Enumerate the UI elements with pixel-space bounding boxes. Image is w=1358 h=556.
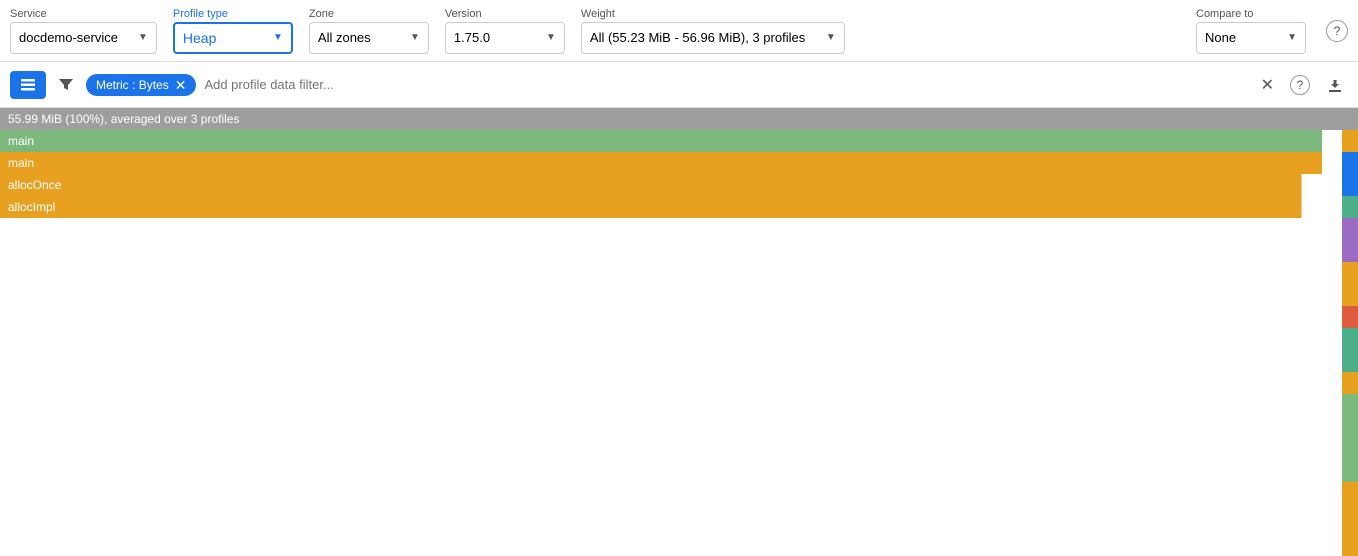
side-segment-8 — [1342, 284, 1358, 306]
version-select-wrapper[interactable]: 1.75.0 ▼ — [445, 22, 565, 54]
side-segment-7 — [1342, 262, 1358, 284]
main-toolbar: Service docdemo-service ▼ Profile type H… — [0, 0, 1358, 62]
view-toggle-button[interactable] — [10, 71, 46, 99]
filter-bar: Metric : Bytes ✕ ✕ ? — [0, 62, 1358, 108]
side-segment-3 — [1342, 174, 1358, 196]
flame-row-2-label: main — [8, 156, 34, 170]
side-segment-summary — [1342, 108, 1358, 130]
compare-arrow-icon: ▼ — [1287, 32, 1297, 43]
flame-row-3[interactable]: allocOnce — [0, 174, 1342, 196]
service-filter-group: Service docdemo-service ▼ — [10, 8, 157, 54]
filter-funnel-button[interactable] — [54, 73, 78, 97]
metric-chip-label: Metric : Bytes — [96, 78, 169, 92]
weight-select-wrapper[interactable]: All (55.23 MiB - 56.96 MiB), 3 profiles … — [581, 22, 845, 54]
flame-row-1[interactable]: main — [0, 130, 1342, 152]
service-arrow-icon: ▼ — [138, 32, 148, 43]
flame-row-2[interactable]: main — [0, 152, 1342, 174]
side-segment-14 — [1342, 482, 1358, 556]
zone-arrow-icon: ▼ — [410, 32, 420, 43]
weight-select[interactable]: All (55.23 MiB - 56.96 MiB), 3 profiles — [590, 30, 822, 45]
flamegraph-container: 55.99 MiB (100%), averaged over 3 profil… — [0, 108, 1358, 556]
profile-type-select-wrapper[interactable]: Heap ▼ — [173, 22, 293, 54]
side-segment-1 — [1342, 130, 1358, 152]
side-segment-13 — [1342, 394, 1358, 482]
filter-bar-right: ✕ ? — [1257, 71, 1348, 99]
flame-row-4-label: allocImpl — [8, 200, 55, 214]
list-view-icon — [20, 77, 36, 93]
side-segment-6 — [1342, 240, 1358, 262]
help-circle-icon: ? — [1290, 75, 1310, 95]
side-segment-12 — [1342, 372, 1358, 394]
compare-select-wrapper[interactable]: None ▼ — [1196, 22, 1306, 54]
service-select[interactable]: docdemo-service — [19, 30, 134, 45]
summary-bar: 55.99 MiB (100%), averaged over 3 profil… — [0, 108, 1342, 130]
metric-chip[interactable]: Metric : Bytes ✕ — [86, 74, 196, 96]
version-filter-group: Version 1.75.0 ▼ — [445, 8, 565, 54]
flame-row-1-label: main — [8, 134, 34, 148]
download-icon — [1326, 76, 1344, 94]
zone-filter-group: Zone All zones ▼ — [309, 8, 429, 54]
compare-select[interactable]: None — [1205, 30, 1283, 45]
profile-type-label: Profile type — [173, 8, 293, 20]
service-select-wrapper[interactable]: docdemo-service ▼ — [10, 22, 157, 54]
weight-label: Weight — [581, 8, 845, 20]
side-segment-4 — [1342, 196, 1358, 218]
side-segment-5 — [1342, 218, 1358, 240]
funnel-icon — [58, 77, 74, 93]
compare-label: Compare to — [1196, 8, 1306, 20]
download-button[interactable] — [1322, 72, 1348, 98]
filter-help-button[interactable]: ? — [1286, 71, 1314, 99]
compare-filter-group: Compare to None ▼ — [1196, 8, 1306, 54]
profile-type-select[interactable]: Heap — [183, 30, 269, 46]
side-segment-11 — [1342, 350, 1358, 372]
profile-type-arrow-icon: ▼ — [273, 32, 283, 43]
service-label: Service — [10, 8, 157, 20]
weight-arrow-icon: ▼ — [826, 32, 836, 43]
flame-row-3-label: allocOnce — [8, 178, 61, 192]
side-segment-9 — [1342, 306, 1358, 328]
zone-select-wrapper[interactable]: All zones ▼ — [309, 22, 429, 54]
zone-label: Zone — [309, 8, 429, 20]
zone-select[interactable]: All zones — [318, 30, 406, 45]
flamegraph-side-bar — [1342, 108, 1358, 556]
version-arrow-icon: ▼ — [546, 32, 556, 43]
version-select[interactable]: 1.75.0 — [454, 30, 542, 45]
filter-input[interactable] — [204, 77, 1248, 92]
toolbar-help-button[interactable]: ? — [1326, 20, 1348, 42]
profile-type-filter-group: Profile type Heap ▼ — [173, 8, 293, 54]
version-label: Version — [445, 8, 565, 20]
summary-text: 55.99 MiB (100%), averaged over 3 profil… — [8, 112, 239, 126]
flamegraph-main: 55.99 MiB (100%), averaged over 3 profil… — [0, 108, 1342, 556]
clear-filter-button[interactable]: ✕ — [1257, 71, 1278, 99]
metric-chip-close-icon[interactable]: ✕ — [175, 78, 187, 92]
side-segment-2 — [1342, 152, 1358, 174]
weight-filter-group: Weight All (55.23 MiB - 56.96 MiB), 3 pr… — [581, 8, 845, 54]
flame-row-4[interactable]: allocImpl — [0, 196, 1342, 218]
side-segment-10 — [1342, 328, 1358, 350]
